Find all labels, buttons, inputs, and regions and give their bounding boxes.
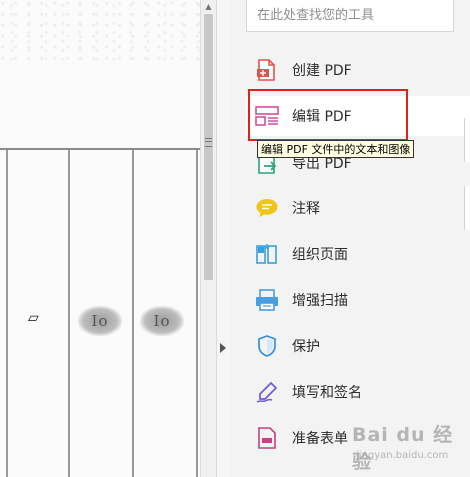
stamp-right: Io [140,306,184,336]
document-view[interactable]: ⏥ Io Io [0,0,200,477]
table-column-line [132,150,134,477]
adjacent-panel-edge [464,118,470,162]
scrollbar-grip-icon [205,138,212,147]
adjacent-panel-edge [464,186,470,230]
organize-pages-icon [254,241,280,267]
edit-pdf-icon [254,103,280,129]
table-column-line [68,150,70,477]
create-pdf-icon [254,57,280,83]
tool-label: 增强扫描 [292,293,348,309]
pen-icon [254,379,280,405]
pane-collapse-strip[interactable] [217,0,230,477]
tool-label: 注释 [292,201,320,217]
tool-prepare-form[interactable]: 准备表单 [246,418,470,458]
tool-enhance-scan[interactable]: 增强扫描 [246,280,470,320]
scan-noise [0,0,200,60]
tool-comment[interactable]: 注释 [246,188,470,228]
tool-organize-pages[interactable]: 组织页面 [246,234,470,274]
tool-label: 编辑 PDF [292,109,352,125]
comment-icon [254,195,280,221]
tool-label: 填写和签名 [292,385,362,401]
tooltip: 编辑 PDF 文件中的文本和图像 [257,140,415,158]
table-column-line [196,150,198,477]
form-icon [254,425,280,451]
table-top-border [0,148,200,150]
vertical-scrollbar[interactable]: ▲ [200,0,217,477]
tools-pane: 创建 PDF 编辑 PDF 导出 PDF 注释 [230,0,470,477]
tool-label: 保护 [292,339,320,355]
tool-search-box[interactable] [246,0,457,32]
tool-search-input[interactable] [247,0,457,30]
scan-icon [254,287,280,313]
tool-label: 创建 PDF [292,63,352,79]
table-column-line [6,150,8,477]
collapse-arrow-icon[interactable] [220,343,226,353]
shield-icon [254,333,280,359]
tool-protect[interactable]: 保护 [246,326,470,366]
scroll-up-arrow-icon[interactable]: ▲ [201,0,216,14]
tool-fill-sign[interactable]: 填写和签名 [246,372,470,412]
scrollbar-thumb[interactable] [204,14,213,280]
ink-mark: ⏥ [28,310,39,326]
tool-create-pdf[interactable]: 创建 PDF [246,50,470,90]
tool-edit-pdf[interactable]: 编辑 PDF [246,96,470,136]
tool-label: 准备表单 [292,431,348,447]
stamp-left: Io [78,306,122,336]
tool-label: 组织页面 [292,247,348,263]
